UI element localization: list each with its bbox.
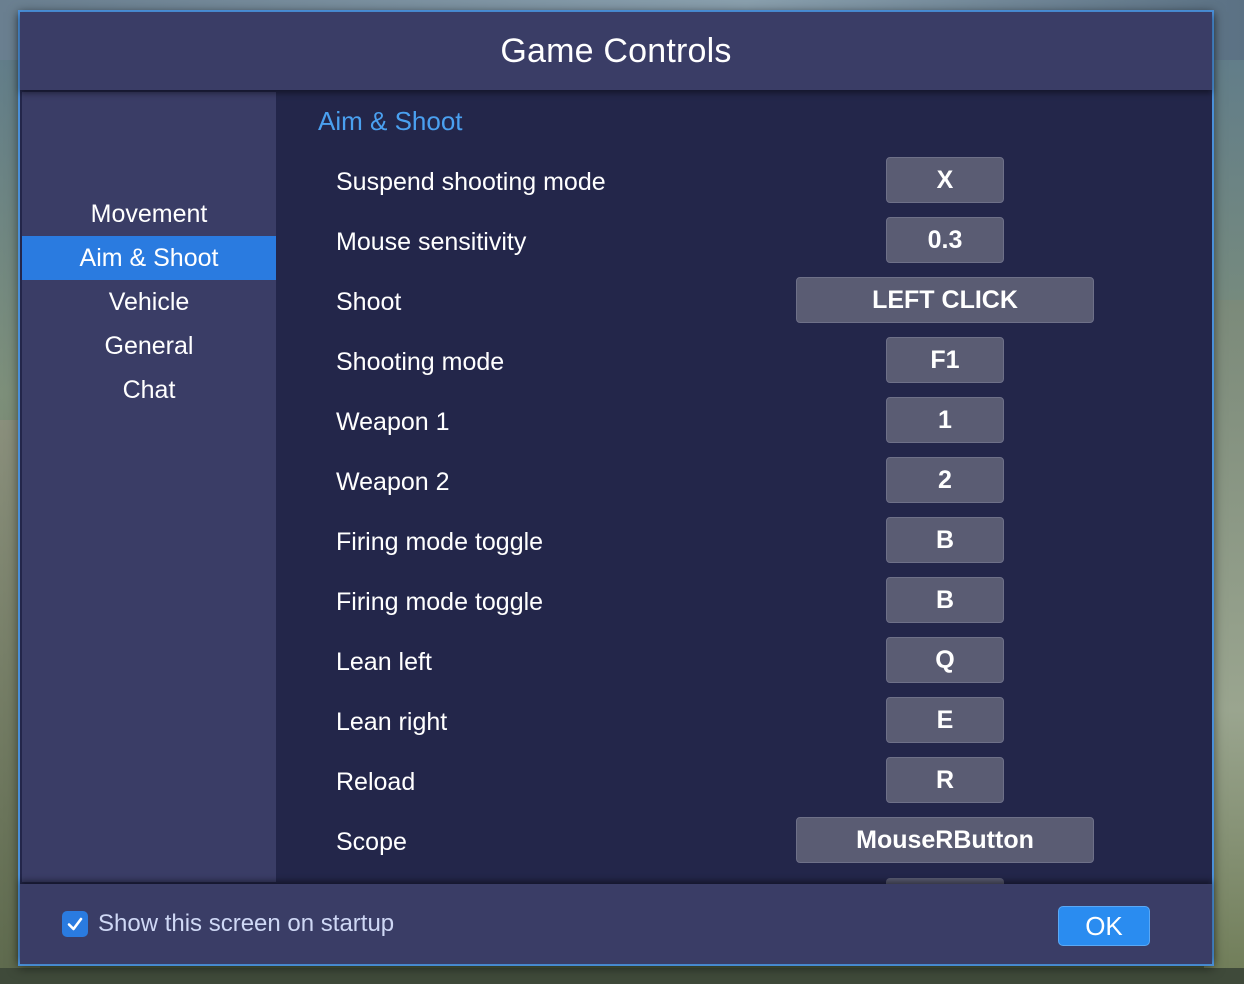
control-row: Reload R — [276, 754, 1212, 814]
control-row: Scope MouseRButton — [276, 814, 1212, 874]
control-label: Reload — [336, 768, 416, 796]
sidebar-item-movement[interactable]: Movement — [22, 192, 276, 236]
key-binding-button[interactable]: R — [886, 757, 1004, 803]
control-row: Firing mode toggle B — [276, 574, 1212, 634]
sidebar-item-chat[interactable]: Chat — [22, 368, 276, 412]
key-binding-button[interactable]: 1 — [886, 397, 1004, 443]
control-label: Weapon 2 — [336, 468, 450, 496]
control-label: Firing mode toggle — [336, 528, 544, 556]
control-label: Mouse sensitivity — [336, 228, 527, 256]
control-label: Lean left — [336, 648, 432, 676]
sensitivity-value-button[interactable]: 0.3 — [886, 217, 1004, 263]
checkmark-icon — [67, 917, 83, 931]
controls-panel: Aim & Shoot Suspend shooting mode X Mous… — [276, 92, 1212, 884]
section-title: Aim & Shoot — [318, 106, 463, 136]
controls-list: Suspend shooting mode X Mouse sensitivit… — [276, 154, 1212, 874]
key-binding-button[interactable]: X — [886, 157, 1004, 203]
control-label: Scope — [336, 828, 407, 856]
control-label: Shoot — [336, 288, 402, 316]
ok-button[interactable]: OK — [1058, 906, 1150, 946]
control-row: Shooting mode F1 — [276, 334, 1212, 394]
control-row: Lean left Q — [276, 634, 1212, 694]
control-row: Shoot LEFT CLICK — [276, 274, 1212, 334]
control-label: Lean right — [336, 708, 448, 736]
key-binding-button[interactable]: MouseRButton — [796, 817, 1094, 863]
dialog-title: Game Controls — [500, 31, 732, 70]
key-binding-button[interactable]: LEFT CLICK — [796, 277, 1094, 323]
control-row: Lean right E — [276, 694, 1212, 754]
key-binding-button[interactable]: E — [886, 697, 1004, 743]
dialog-footer: Show this screen on startup OK — [20, 884, 1212, 964]
startup-checkbox[interactable] — [62, 911, 88, 937]
sidebar-item-general[interactable]: General — [22, 324, 276, 368]
sidebar-item-aim-shoot[interactable]: Aim & Shoot — [22, 236, 276, 280]
control-label: Firing mode toggle — [336, 588, 544, 616]
control-label: Suspend shooting mode — [336, 168, 606, 196]
control-row: Weapon 2 2 — [276, 454, 1212, 514]
control-row: Suspend shooting mode X — [276, 154, 1212, 214]
key-binding-button[interactable]: Q — [886, 637, 1004, 683]
control-row: Weapon 1 1 — [276, 394, 1212, 454]
key-binding-button[interactable]: B — [886, 517, 1004, 563]
control-label: Weapon 1 — [336, 408, 450, 436]
key-binding-button[interactable]: 2 — [886, 457, 1004, 503]
game-controls-dialog: Game Controls Movement Aim & Shoot Vehic… — [18, 10, 1214, 966]
control-label: Shooting mode — [336, 348, 505, 376]
category-sidebar: Movement Aim & Shoot Vehicle General Cha… — [22, 92, 276, 882]
control-row: Firing mode toggle B — [276, 514, 1212, 574]
key-binding-button[interactable]: F1 — [886, 337, 1004, 383]
title-bar: Game Controls — [20, 12, 1212, 90]
category-nav: Movement Aim & Shoot Vehicle General Cha… — [22, 192, 276, 412]
sidebar-item-vehicle[interactable]: Vehicle — [22, 280, 276, 324]
key-binding-button[interactable]: B — [886, 577, 1004, 623]
desktop-background-bottom — [0, 968, 1244, 984]
control-row: Mouse sensitivity 0.3 — [276, 214, 1212, 274]
startup-checkbox-label[interactable]: Show this screen on startup — [98, 910, 394, 938]
